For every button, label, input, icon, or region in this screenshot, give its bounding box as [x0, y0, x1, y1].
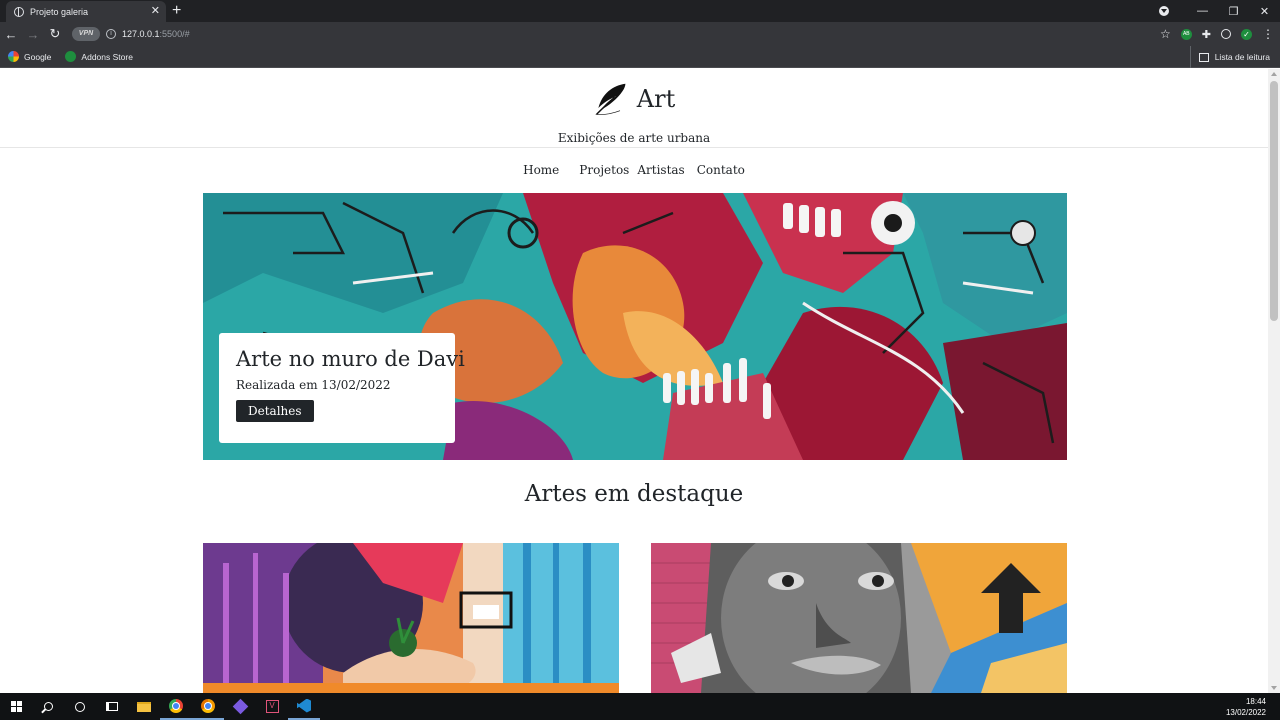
cortana-circle-icon [75, 701, 85, 712]
featured-art-image-2[interactable] [651, 543, 1067, 693]
minimize-button[interactable]: — [1187, 5, 1218, 17]
google-icon [8, 51, 19, 62]
site-brand[interactable]: Art [0, 81, 1268, 117]
app-taskbar-button[interactable] [224, 693, 256, 720]
file-explorer-button[interactable] [128, 693, 160, 720]
tab-search-icon[interactable] [1159, 6, 1169, 16]
reading-list-button[interactable]: Lista de leitura [1189, 46, 1270, 68]
scrollbar-thumb[interactable] [1270, 81, 1278, 321]
close-window-button[interactable]: ✕ [1249, 5, 1280, 18]
bookmark-star-icon[interactable]: ☆ [1160, 27, 1171, 41]
mural-image-hands [203, 543, 619, 693]
header-divider [0, 147, 1268, 148]
taskbar-search-button[interactable] [32, 693, 64, 720]
notes-taskbar-button[interactable]: V [256, 693, 288, 720]
gem-app-icon [232, 698, 248, 715]
browser-tab-bar: Projeto galeria ✕ + — ❐ ✕ [0, 0, 1280, 22]
clock-time: 18:44 [1245, 697, 1266, 706]
addons-store-icon [65, 51, 77, 62]
url-host: 127.0.0.1 [122, 29, 160, 39]
window-controls: — ❐ ✕ [1159, 0, 1280, 22]
feather-quill-icon [595, 83, 626, 115]
bookmark-addons-store[interactable]: Addons Store [65, 51, 133, 62]
system-clock[interactable]: 18:44 13/02/2022 [1226, 696, 1266, 718]
brand-name: Art [636, 85, 676, 113]
folder-icon [137, 701, 151, 712]
nav-link-artistas[interactable]: Artistas [637, 163, 684, 177]
browser-tab[interactable]: Projeto galeria ✕ [6, 1, 166, 22]
nav-link-projetos[interactable]: Projetos [579, 163, 629, 177]
tab-close-icon[interactable]: ✕ [151, 6, 160, 17]
page-viewport: Art Exibições de arte urbana Home Projet… [0, 69, 1268, 693]
windows-logo-icon [10, 701, 22, 712]
address-bar[interactable]: 127.0.0.1:5500/# [122, 29, 190, 39]
new-tab-button[interactable]: + [172, 2, 181, 20]
scroll-down-arrow-icon[interactable] [1271, 686, 1277, 690]
task-view-icon [106, 702, 118, 711]
extension-icon[interactable]: AB [1180, 28, 1192, 40]
bookmark-label: Google [24, 51, 52, 62]
browser-toolbar: ← → ↻ VPN i 127.0.0.1:5500/# ☆ AB ✚ ✓ ⋮ [0, 22, 1280, 46]
site-subtitle: Exibições de arte urbana [557, 131, 711, 145]
bookmarks-bar: Google Addons Store Lista de leitura [0, 46, 1280, 68]
bookmark-google[interactable]: Google [8, 51, 51, 62]
forward-arrow-icon[interactable]: → [22, 27, 44, 42]
info-icon[interactable]: i [106, 29, 116, 39]
chrome-canary-icon [201, 698, 215, 713]
chrome-taskbar-button[interactable] [160, 693, 192, 720]
shield-check-icon[interactable]: ✓ [1241, 28, 1252, 40]
nav-link-contato[interactable]: Contato [697, 163, 745, 177]
page-scrollbar[interactable] [1268, 69, 1280, 693]
globe-icon [14, 6, 24, 17]
details-button[interactable]: Detalhes [236, 400, 314, 422]
profile-icon[interactable] [1221, 29, 1231, 39]
main-nav: Home Projetos Artistas Contato [0, 163, 1268, 177]
notes-app-icon: V [265, 700, 279, 713]
menu-kebab-icon[interactable]: ⋮ [1262, 27, 1274, 41]
hero-title: Arte no muro de Davi [236, 347, 465, 371]
extensions-puzzle-icon[interactable]: ✚ [1202, 28, 1211, 41]
mural-image-portrait [651, 543, 1067, 693]
vpn-badge[interactable]: VPN [72, 27, 100, 41]
vscode-icon [297, 698, 311, 713]
back-arrow-icon[interactable]: ← [0, 27, 22, 42]
search-icon [43, 702, 53, 711]
url-path: :5500/# [159, 29, 190, 39]
vscode-taskbar-button[interactable] [288, 693, 320, 720]
windows-taskbar: V 18:44 13/02/2022 [0, 693, 1280, 720]
bookmark-label: Addons Store [81, 51, 133, 62]
hero-date: Realizada em 13/02/2022 [236, 378, 391, 392]
reading-list-icon [1198, 52, 1209, 62]
tab-title: Projeto galeria [30, 6, 89, 17]
chrome-canary-taskbar-button[interactable] [192, 693, 224, 720]
scroll-up-arrow-icon[interactable] [1271, 72, 1277, 76]
hero-banner: Arte no muro de Davi Realizada em 13/02/… [203, 193, 1067, 460]
reading-list-label: Lista de leitura [1214, 52, 1270, 62]
clock-date: 13/02/2022 [1225, 708, 1266, 717]
hero-caption-card: Arte no muro de Davi Realizada em 13/02/… [219, 333, 465, 443]
nav-link-home[interactable]: Home [523, 163, 559, 177]
featured-art-image-1[interactable] [203, 543, 619, 693]
task-view-button[interactable] [96, 693, 128, 720]
restore-button[interactable]: ❐ [1218, 5, 1249, 18]
cortana-button[interactable] [64, 693, 96, 720]
start-button[interactable] [0, 693, 32, 720]
chrome-icon [169, 698, 183, 713]
featured-section-title: Artes em destaque [524, 481, 744, 507]
reload-icon[interactable]: ↻ [44, 26, 66, 42]
